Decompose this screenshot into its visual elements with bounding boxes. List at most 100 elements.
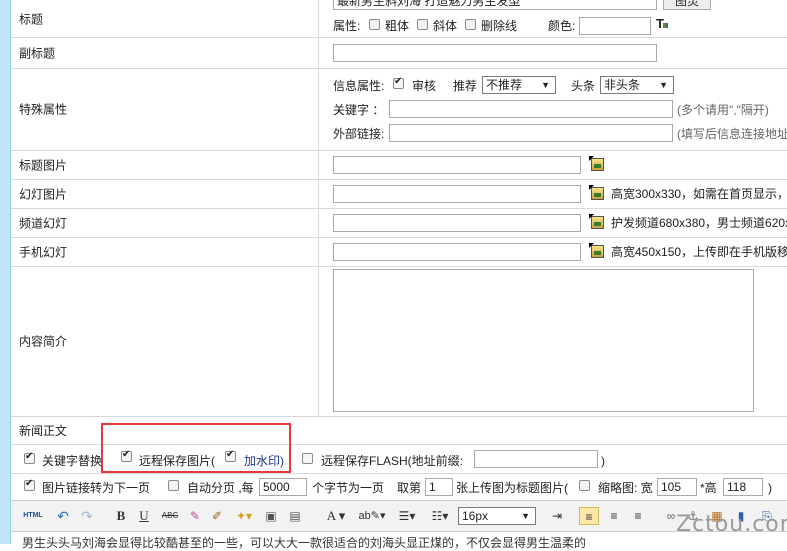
image-upload-icon[interactable] [589,243,604,258]
paste-word-icon[interactable]: ▣ [263,507,279,525]
format-brush-icon[interactable]: ✐ [209,507,225,525]
unordered-list-icon[interactable]: ☷▾ [427,507,453,525]
highlight-color-icon[interactable]: ab✎▾ [357,507,387,525]
link-hint: (填写后信息连接地址将 [677,127,787,141]
recommend-select[interactable]: 不推荐 ▼ [482,76,556,94]
strike-label: 删除线 [481,19,518,33]
ordered-list-icon[interactable]: ☰▾ [394,507,420,525]
thumb-height-input[interactable]: 118 [723,478,763,496]
align-center-icon[interactable]: ≡ [605,507,623,525]
title-image-label: 标题图片 [11,150,319,179]
auto-page-checkbox[interactable] [168,480,179,491]
flash-close-paren: ) [601,454,605,468]
eraser-icon[interactable]: ✎ [187,507,203,525]
mobile-slide-label: 手机幻灯 [11,237,319,266]
title-label: 标题 [11,0,319,37]
take-num-input[interactable]: 1 [425,478,453,496]
thumb-close-paren: ) [768,481,772,495]
headline-select[interactable]: 非头条 ▼ [600,76,674,94]
slide-image-hint: 高宽300x330，如需在首页显示，这 [611,187,787,201]
editor-content-text[interactable]: 男生头头马刘海会显得比较酷甚至的一些，可以大大一款很适合的刘海头显正煤的，不仅会… [22,534,586,551]
link-next-checkbox[interactable] [24,478,35,491]
title-image-input[interactable] [333,156,581,174]
intro-label: 内容简介 [11,266,319,416]
left-edge-bar [0,0,11,544]
indent-icon[interactable]: ⇥ [549,507,565,525]
image-upload-icon[interactable] [589,185,604,200]
info-attr-label: 信息属性: [333,79,385,93]
thumb-width-input[interactable]: 105 [657,478,697,496]
align-left-icon[interactable]: ≡ [579,507,599,525]
flash-prefix-input[interactable] [474,450,598,468]
subtitle-label: 副标题 [11,37,319,68]
remote-flash-checkbox[interactable] [302,453,313,464]
title-row: 标题 最新男生斜刘海 打造魅力男生发型 图灵 属性: 粗体 斜体 删除线 颜色:… [11,0,787,38]
news-body-label: 新闻正文 [19,424,68,438]
underline-button[interactable]: U [136,507,152,525]
color-label: 颜色: [548,19,576,33]
italic-checkbox[interactable] [417,19,428,30]
recommend-label: 推荐 [453,79,478,93]
font-color-button[interactable]: A ▾ [323,507,349,525]
font-size-select[interactable]: 16px ▼ [458,507,536,525]
keyword-input[interactable] [389,100,673,118]
channel-slide-input[interactable] [333,214,581,232]
undo-icon[interactable]: ↶ [55,507,71,525]
html-source-button[interactable]: HTML [21,507,45,525]
headline-label: 头条 [571,79,596,93]
title-check-button[interactable]: 图灵 [663,0,711,10]
link-label: 外部链接: [333,127,385,141]
intro-row: 内容简介 [11,266,787,417]
editor-toolbar: HTML ↶ ↷ B U ABC ✎ ✐ ✦▾ ▣ ▤ A ▾ ab✎▾ ☰▾ … [11,500,787,532]
subtitle-input[interactable] [333,44,657,62]
take-label: 取第 [397,481,422,495]
height-label: *高 [700,481,717,495]
slide-image-input[interactable] [333,185,581,203]
title-input[interactable]: 最新男生斜刘海 打造魅力男生发型 [333,0,657,10]
thumbnail-checkbox[interactable] [579,480,590,491]
magic-format-icon[interactable]: ✦▾ [231,507,257,525]
chars-unit-label: 个字节为一页 [312,481,385,495]
subtitle-row: 副标题 [11,37,787,69]
attr-label: 属性: [333,19,361,33]
highlight-box [101,423,291,473]
channel-slide-row: 频道幻灯 护发频道680x380，男士频道620x4 [11,208,787,238]
special-attr-row: 特殊属性 信息属性: 审核 推荐 不推荐▼ 头条 非头条▼ 关键字 ： (多个请… [11,68,787,151]
color-picker-icon[interactable]: T [656,16,668,31]
keyword-replace-checkbox[interactable] [24,451,35,464]
image-upload-icon[interactable] [589,156,604,171]
remote-flash-label: 远程保存FLASH(地址前缀: [321,454,464,468]
link-next-label: 图片链接转为下一页 [42,481,151,495]
auto-page-label: 自动分页 ,每 [187,481,254,495]
keyword-label: 关键字 ： [333,103,385,117]
title-image-row: 标题图片 [11,150,787,180]
paste-text-icon[interactable]: ▤ [287,507,303,525]
italic-label: 斜体 [433,19,458,33]
audit-label: 审核 [412,79,437,93]
audit-checkbox[interactable] [393,76,404,89]
image-upload-icon[interactable] [589,214,604,229]
mobile-slide-input[interactable] [333,243,581,261]
mobile-slide-hint: 高宽450x150，上传即在手机版移动 [611,245,787,259]
redo-icon[interactable]: ↷ [79,507,95,525]
special-attr-label: 特殊属性 [11,68,319,150]
link-input[interactable] [389,124,673,142]
options-row-2: 图片链接转为下一页 自动分页 ,每 5000 个字节为一页 取第 1 张上传图为… [11,473,787,500]
bold-button[interactable]: B [113,507,129,525]
channel-slide-hint: 护发频道680x380，男士频道620x4 [611,216,787,230]
align-right-icon[interactable]: ≡ [629,507,647,525]
strikethrough-button[interactable]: ABC [159,507,181,525]
site-watermark: Zctou.com [676,512,787,537]
channel-slide-label: 频道幻灯 [11,208,319,237]
keyword-hint: (多个请用","隔开) [677,103,769,117]
bold-label: 粗体 [385,19,410,33]
color-input[interactable] [579,17,651,35]
chars-per-page-input[interactable]: 5000 [259,478,307,496]
slide-image-row: 幻灯图片 高宽300x330，如需在首页显示，这 [11,179,787,209]
as-title-label: 张上传图为标题图片( [456,481,568,495]
intro-textarea[interactable] [333,269,754,412]
slide-image-label: 幻灯图片 [11,179,319,208]
strike-checkbox[interactable] [465,19,476,30]
mobile-slide-row: 手机幻灯 高宽450x150，上传即在手机版移动 [11,237,787,267]
bold-checkbox[interactable] [369,19,380,30]
